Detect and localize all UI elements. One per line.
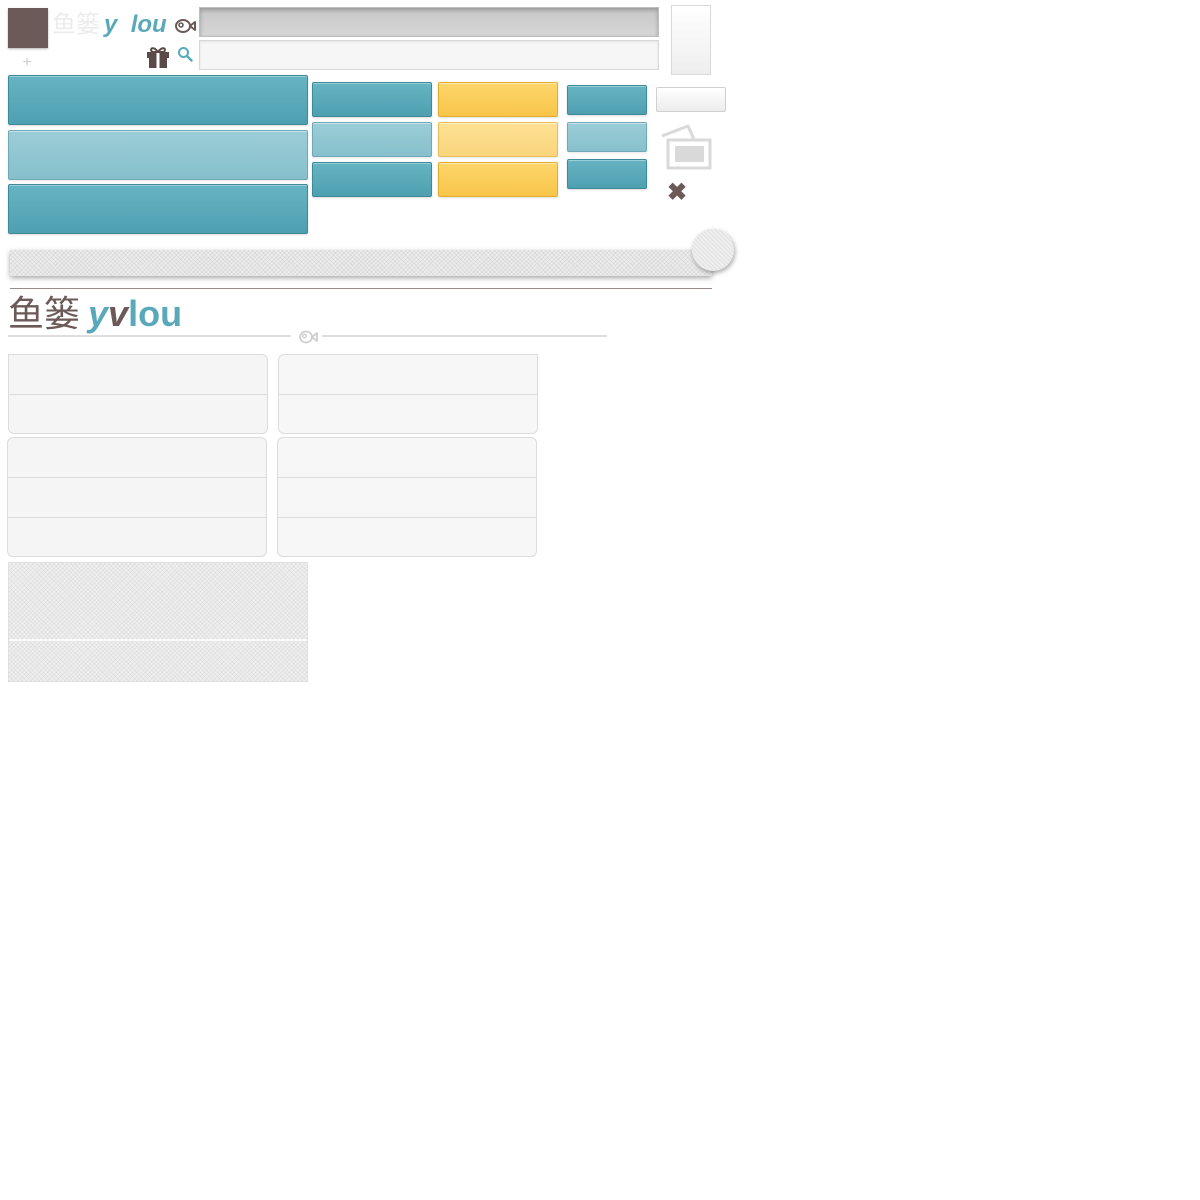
medium-button-yellow[interactable]: [438, 82, 558, 117]
list-panel-3rows-left: [7, 437, 267, 557]
large-button-teal-active[interactable]: [8, 184, 308, 234]
list-item[interactable]: [9, 395, 267, 433]
separator-left: [8, 335, 291, 337]
logo-small-lou: lou: [130, 11, 167, 38]
list-panel-3rows-right: [277, 437, 537, 557]
list-item[interactable]: [8, 438, 266, 478]
vertical-box: [671, 5, 711, 75]
list-item[interactable]: [8, 478, 266, 518]
textured-ribbon: [10, 250, 712, 276]
large-button-teal[interactable]: [8, 75, 308, 125]
medium-button-teal[interactable]: [312, 82, 432, 117]
fish-divider-icon: [299, 330, 318, 344]
list-item[interactable]: [278, 438, 536, 478]
list-item[interactable]: [279, 355, 537, 395]
small-button-white[interactable]: [656, 87, 726, 112]
small-button-teal-active[interactable]: [567, 159, 647, 189]
textured-panel: [8, 562, 308, 682]
list-item[interactable]: [278, 478, 536, 518]
medium-button-yellow-active[interactable]: [438, 162, 558, 197]
cross-icon: +: [22, 54, 32, 71]
medium-button-yellow-hover[interactable]: [438, 122, 558, 157]
logo-small-y: y: [104, 11, 118, 38]
logo-large-y: y: [88, 293, 109, 334]
list-item[interactable]: [9, 355, 267, 395]
small-button-teal-hover[interactable]: [567, 122, 647, 152]
logo-large-v: v: [108, 293, 129, 334]
small-button-teal[interactable]: [567, 85, 647, 115]
divider-line: [10, 288, 712, 289]
list-item[interactable]: [8, 518, 266, 556]
fish-logo-icon: [175, 19, 196, 33]
logo-small-v: v: [117, 11, 130, 38]
medium-button-teal-active[interactable]: [312, 162, 432, 197]
search-input-light[interactable]: [199, 40, 659, 70]
photo-frame-icon: [661, 124, 712, 170]
logo-large-lou: lou: [128, 293, 183, 334]
search-icon[interactable]: [177, 46, 193, 62]
logo-large-chinese: 鱼篓: [8, 293, 81, 334]
list-panel-2rows-left: [8, 354, 268, 434]
textured-panel-divider: [9, 639, 307, 641]
list-item[interactable]: [278, 518, 536, 556]
close-icon[interactable]: ✖: [665, 181, 689, 205]
logo-large: 鱼篓 yvlou: [8, 292, 182, 336]
search-input-dark[interactable]: [199, 7, 659, 37]
list-item[interactable]: [279, 395, 537, 433]
gift-icon[interactable]: [144, 42, 172, 70]
logo-small-chinese: 鱼篓: [52, 11, 100, 38]
list-panel-2rows-right: [278, 354, 538, 434]
medium-button-teal-hover[interactable]: [312, 122, 432, 157]
separator-right: [322, 335, 607, 337]
ribbon-circle-knob[interactable]: [692, 229, 734, 271]
logo-small: 鱼篓yvlou: [52, 10, 167, 40]
color-swatch: [8, 8, 48, 48]
large-button-teal-hover[interactable]: [8, 130, 308, 180]
